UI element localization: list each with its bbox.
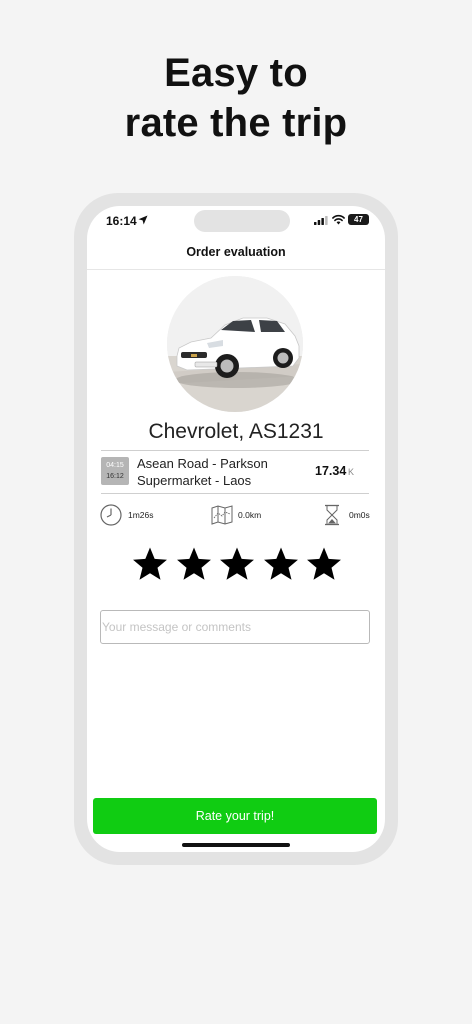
trip-duration: 1m26s [128, 510, 154, 520]
trip-route: Asean Road - Parkson Supermarket - Laos [137, 456, 268, 488]
signal-bars-icon [314, 216, 328, 225]
divider-bottom [101, 493, 369, 494]
star-rating[interactable] [132, 546, 342, 582]
star-3-icon[interactable] [219, 546, 255, 582]
trip-start-time: 04:15 [106, 462, 124, 469]
trip-time-badge: 04:15 16:12 [101, 457, 129, 485]
page-title: Order evaluation [186, 245, 286, 259]
status-bar: 16:14 47 [87, 206, 385, 236]
location-arrow-icon [138, 215, 148, 225]
battery-icon: 47 [348, 214, 369, 225]
trip-distance: 0.0km [238, 510, 262, 520]
status-time: 16:14 [106, 214, 137, 228]
clock-icon [100, 504, 122, 526]
phone-screen: 16:14 47 Order evaluation Chevrolet, AS1… [87, 206, 385, 852]
star-4-icon[interactable] [263, 546, 299, 582]
hourglass-icon [325, 504, 339, 526]
wifi-icon [332, 214, 345, 225]
phone-frame: 16:14 47 Order evaluation Chevrolet, AS1… [74, 193, 398, 865]
trip-price: 17.34 [315, 464, 347, 478]
car-photo [167, 276, 303, 412]
header-divider [87, 269, 385, 270]
headline-line-1: Easy to [164, 51, 308, 95]
car-title: Chevrolet, AS1231 [148, 420, 324, 443]
route-map-icon [211, 505, 233, 525]
rate-trip-button[interactable]: Rate your trip! [93, 798, 377, 834]
trip-end-time: 16:12 [106, 473, 124, 480]
trip-waiting-time: 0m0s [349, 510, 370, 520]
dynamic-island [194, 210, 290, 232]
headline-line-2: rate the trip [124, 101, 348, 145]
promo-headline: Easy to rate the trip [0, 48, 472, 148]
comment-input[interactable] [100, 610, 370, 644]
star-5-icon[interactable] [306, 546, 342, 582]
trip-currency: K [348, 467, 355, 477]
star-2-icon[interactable] [176, 546, 212, 582]
divider-top [101, 450, 369, 451]
home-indicator [182, 843, 290, 847]
star-1-icon[interactable] [132, 546, 168, 582]
